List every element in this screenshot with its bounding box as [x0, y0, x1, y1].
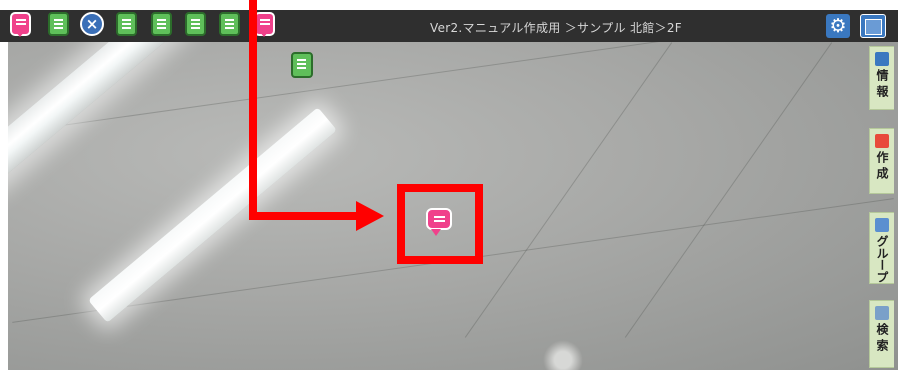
side-tab-label: 検索 — [875, 323, 889, 355]
ceiling-sprinkler — [543, 340, 583, 370]
annotation-arrow-line — [249, 0, 257, 220]
note-icon[interactable] — [219, 12, 240, 36]
comment-icon[interactable] — [10, 12, 31, 37]
document-icon — [875, 52, 889, 66]
close-icon[interactable]: × — [80, 12, 104, 36]
side-tab-info[interactable]: 情報 — [869, 46, 894, 110]
side-tab-label: 情報 — [875, 69, 889, 101]
annotation-highlight-box — [397, 184, 483, 264]
breadcrumb: Ver2.マニュアル作成用 ＞サンプル 北館＞2F — [430, 21, 682, 35]
note-icon[interactable] — [185, 12, 206, 36]
group-icon — [875, 218, 889, 232]
ceiling-seam — [464, 42, 673, 338]
gear-icon[interactable]: ⚙ — [826, 14, 850, 38]
note-icon[interactable] — [116, 12, 137, 36]
note-icon[interactable] — [48, 12, 69, 36]
ceiling-seam — [624, 42, 833, 338]
note-icon[interactable] — [151, 12, 172, 36]
side-tab-create[interactable]: 作成 — [869, 128, 894, 194]
annotation-arrow-head — [356, 201, 384, 231]
note-marker[interactable] — [291, 52, 313, 78]
create-icon — [875, 134, 889, 148]
panel-toggle-icon[interactable] — [860, 14, 886, 38]
side-tab-label: グループ — [875, 235, 889, 283]
side-tab-label: 作成 — [875, 151, 889, 183]
annotation-arrow-line — [249, 212, 359, 220]
side-tab-group[interactable]: グループ — [869, 212, 894, 284]
search-icon — [875, 306, 889, 320]
comment-icon[interactable] — [254, 12, 275, 37]
side-tab-search[interactable]: 検索 — [869, 300, 894, 368]
